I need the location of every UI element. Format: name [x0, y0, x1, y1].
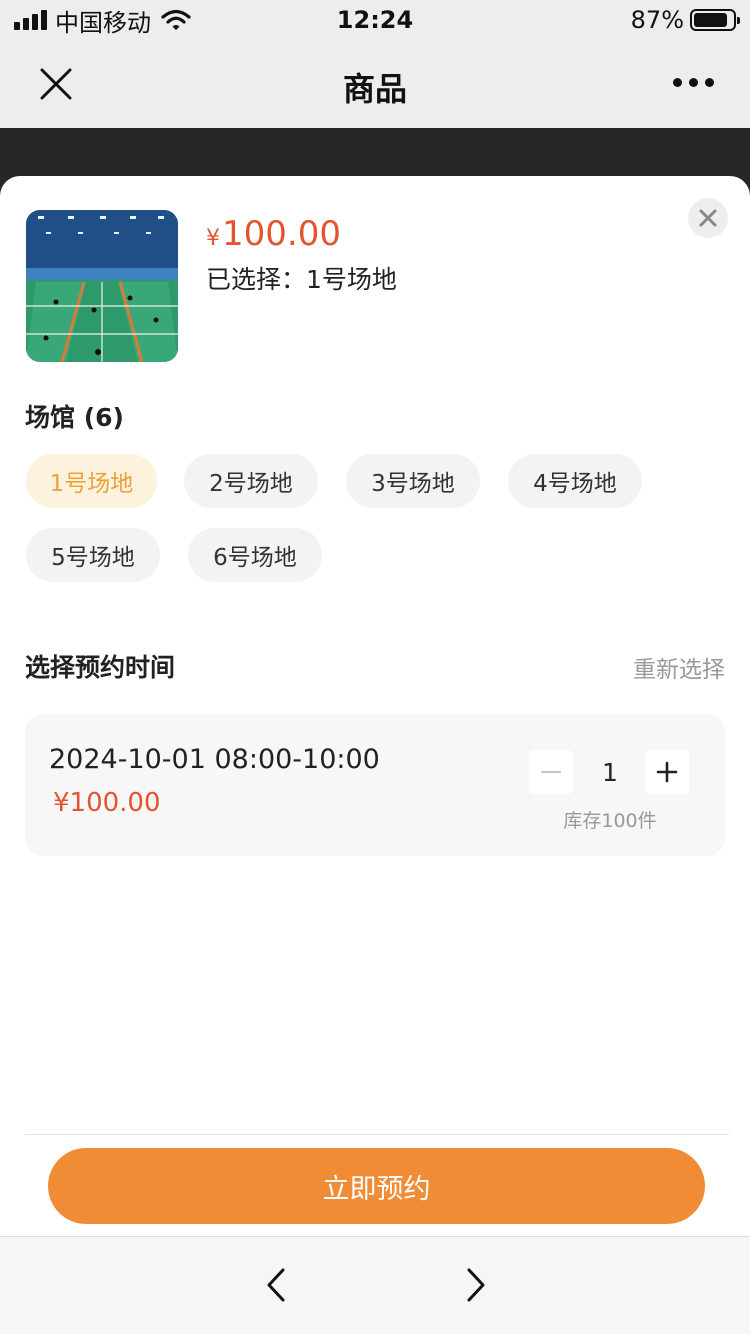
slot-price: ¥100.00: [53, 788, 161, 818]
time-slot-card: 2024-10-01 08:00-10:00 ¥100.00 1 库存100件: [25, 714, 725, 856]
reselect-link[interactable]: 重新选择: [633, 650, 725, 684]
price-value: 100.00: [222, 214, 341, 254]
more-icon[interactable]: [673, 78, 714, 87]
chevron-right-icon[interactable]: [461, 1267, 491, 1303]
close-icon[interactable]: [688, 198, 728, 238]
page-title: 商品: [342, 70, 407, 108]
currency-symbol: ¥: [206, 226, 220, 251]
stock-text: 库存100件: [563, 810, 657, 832]
selected-option-text: 已选择：1号场地: [206, 265, 397, 294]
venue-option[interactable]: 4号场地: [508, 454, 642, 508]
venue-option[interactable]: 2号场地: [184, 454, 318, 508]
battery-icon: [690, 9, 740, 31]
book-now-button[interactable]: 立即预约: [48, 1148, 705, 1224]
minus-icon[interactable]: [529, 750, 573, 794]
venue-option[interactable]: 1号场地: [26, 454, 157, 508]
nav-bar: 商品: [0, 40, 750, 128]
chevron-left-icon[interactable]: [261, 1267, 291, 1303]
venue-option[interactable]: 3号场地: [346, 454, 480, 508]
product-sheet: ¥ 100.00 已选择：1号场地 场馆 (6) 1号场地 2号场地 3号场地 …: [0, 176, 750, 1236]
venue-option[interactable]: 6号场地: [188, 528, 322, 582]
booking-section-title: 选择预约时间: [25, 653, 176, 682]
venue-option[interactable]: 5号场地: [26, 528, 160, 582]
quantity-value[interactable]: 1: [585, 758, 635, 787]
divider: [25, 1134, 729, 1135]
product-price: ¥ 100.00: [206, 214, 341, 254]
slot-time: 2024-10-01 08:00-10:00: [49, 744, 380, 775]
status-bar: 中国移动 12:24 87%: [0, 0, 750, 40]
venue-section-title: 场馆 (6): [25, 403, 124, 432]
battery-percent: 87%: [630, 6, 684, 34]
status-right: 87%: [630, 6, 740, 34]
product-image: [26, 210, 178, 362]
plus-icon[interactable]: [645, 750, 689, 794]
battery-fill: [694, 13, 728, 27]
browser-toolbar: [0, 1236, 750, 1334]
